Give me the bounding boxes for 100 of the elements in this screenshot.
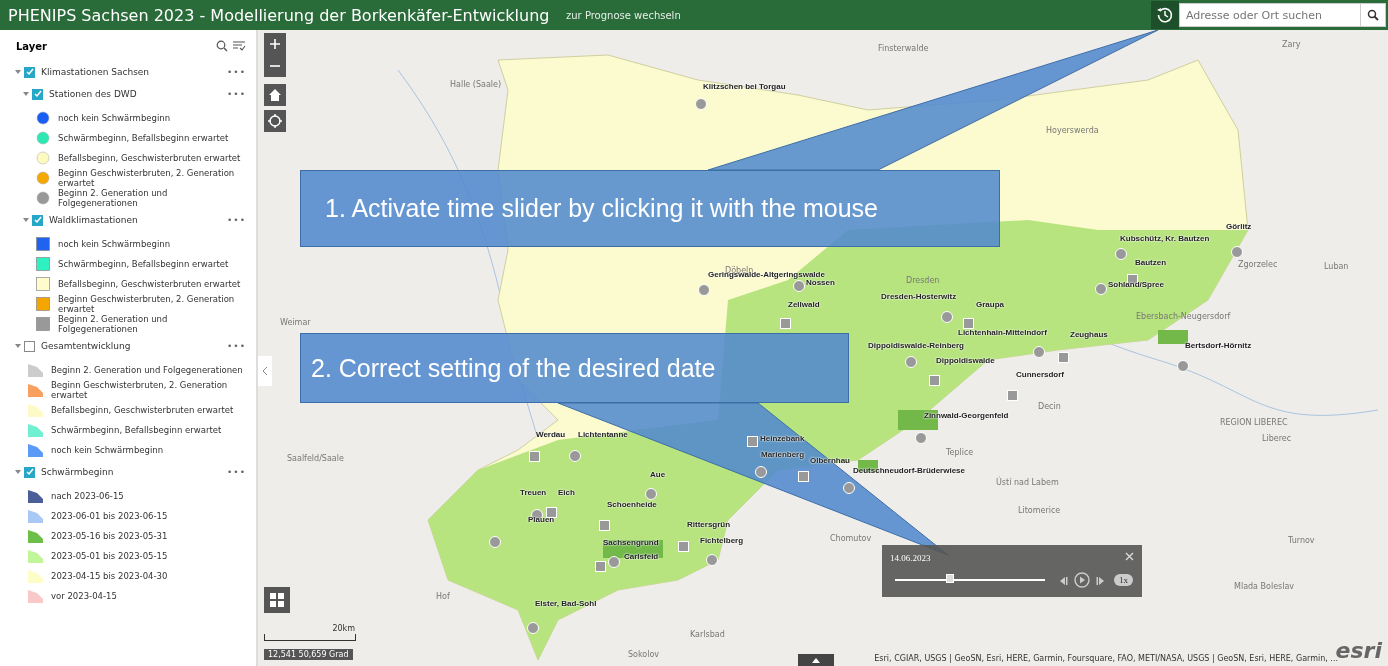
station-label: Lichtentanne xyxy=(578,430,628,439)
layer-checkbox[interactable] xyxy=(32,88,43,100)
legend-label: 2023-04-15 bis 2023-04-30 xyxy=(51,571,168,581)
expand-attribution-button[interactable] xyxy=(798,654,834,666)
legend-label: Schwärmbeginn, Befallsbeginn erwartet xyxy=(58,133,229,143)
layer-checkbox[interactable] xyxy=(32,214,43,226)
layer-name[interactable]: Stationen des DWD xyxy=(49,89,228,99)
map-canvas[interactable] xyxy=(258,30,1388,666)
station-label: Kubschütz, Kr. Bautzen xyxy=(1120,234,1210,243)
legend-label: Beginn Geschwisterbruten, 2. Generation erwartet xyxy=(51,380,229,400)
home-button[interactable] xyxy=(264,84,286,106)
plus-icon xyxy=(270,39,280,49)
station-label: Dresden-Hosterwitz xyxy=(881,292,957,301)
station-label: Deutschneudorf-Brüderwiese xyxy=(853,466,966,475)
place-label: Zgorzelec xyxy=(1238,260,1278,269)
legend-label: 2023-05-16 bis 2023-05-31 xyxy=(51,531,168,541)
forecast-link[interactable]: zur Prognose wechseln xyxy=(566,9,681,21)
legend-label: noch kein Schwärmbeginn xyxy=(51,445,164,455)
station-dot[interactable] xyxy=(1177,360,1189,372)
station-dot[interactable] xyxy=(915,432,927,444)
previous-step-icon[interactable] xyxy=(1058,576,1068,586)
zoom-in-button[interactable] xyxy=(264,33,286,55)
layer-name[interactable]: Schwärmbeginn xyxy=(41,467,228,477)
caret-icon[interactable] xyxy=(22,90,30,98)
legend-label: Beginn 2. Generation und Folgegenerationen xyxy=(58,314,169,334)
station-label: Lichtenhain-Mittelndorf xyxy=(958,328,1047,337)
search-icon[interactable] xyxy=(1361,3,1386,27)
station-label: Cunnersdorf xyxy=(1016,370,1064,379)
layer-checkbox[interactable] xyxy=(24,466,35,478)
search-icon[interactable] xyxy=(216,40,228,52)
legend-label: vor 2023-04-15 xyxy=(51,591,117,601)
grid-icon xyxy=(270,593,284,607)
place-label: Mlada Boleslav xyxy=(1234,582,1295,591)
station-label: Werdau xyxy=(536,430,566,439)
legend-label: noch kein Schwärmbeginn xyxy=(58,113,171,123)
station-label: Görlitz xyxy=(1226,222,1252,231)
caret-icon[interactable] xyxy=(14,68,22,76)
place-label: Zary xyxy=(1282,40,1301,49)
panel-title: Layer xyxy=(16,40,49,52)
place-label: Karlsbad xyxy=(690,630,725,639)
station-label: Eich xyxy=(558,488,575,497)
next-step-icon[interactable] xyxy=(1096,576,1106,586)
station-label: Plauen xyxy=(528,515,555,524)
more-options-button[interactable]: ••• xyxy=(227,67,246,77)
place-label: Hoyerswerda xyxy=(1046,126,1099,135)
more-options-button[interactable]: ••• xyxy=(227,341,246,351)
caret-icon[interactable] xyxy=(14,342,22,350)
station-label: Elster, Bad-Sohl xyxy=(535,599,597,608)
legend-label: Beginn Geschwisterbruten, 2. Generation erwartet xyxy=(58,294,236,314)
place-label: Luban xyxy=(1324,262,1349,271)
crosshair-icon xyxy=(268,114,282,128)
place-label: Teplice xyxy=(946,448,974,457)
zoom-out-button[interactable] xyxy=(264,55,286,77)
station-label: Marienberg xyxy=(761,450,805,459)
place-label: Hof xyxy=(436,592,450,601)
play-icon[interactable] xyxy=(1074,572,1090,588)
place-label: Litomerice xyxy=(1018,506,1061,515)
station-label: Sohland/Spree xyxy=(1108,280,1164,289)
more-options-button[interactable]: ••• xyxy=(227,215,246,225)
chevron-left-icon xyxy=(262,366,268,376)
coordinate-readout: 12,541 50,659 Grad xyxy=(264,649,353,660)
legend-label: Schwärmbeginn, Befallsbeginn erwartet xyxy=(51,425,222,435)
legend-label: noch kein Schwärmbeginn xyxy=(58,239,171,249)
caret-icon[interactable] xyxy=(14,468,22,476)
search-field[interactable]: Adresse oder Ort suchen xyxy=(1179,3,1361,27)
place-label: Saalfeld/Saale xyxy=(287,454,344,463)
layer-name[interactable]: Klimastationen Sachsen xyxy=(41,67,228,77)
map-logo: esri xyxy=(1335,638,1382,663)
place-label: Finsterwalde xyxy=(878,44,929,53)
layer-name[interactable]: Gesamtentwicklung xyxy=(41,341,228,351)
place-label: Dresden xyxy=(906,276,940,285)
legend-label: Beginn Geschwisterbruten, 2. Generation erwartet xyxy=(58,168,236,188)
place-label: REGION LIBEREC xyxy=(1220,418,1288,427)
station-label: Dippoldiswalde xyxy=(936,356,995,365)
locate-button[interactable] xyxy=(264,110,286,132)
station-label: Carlsfeld xyxy=(624,552,659,561)
station-label: Bautzen xyxy=(1135,258,1167,267)
history-icon[interactable] xyxy=(1151,1,1179,29)
legend-label: Beginn 2. Generation und Folgegenerationen xyxy=(58,188,169,208)
layer-checkbox[interactable] xyxy=(24,66,35,78)
station-label: Heinzebank xyxy=(760,434,805,443)
station-label: Zeughaus xyxy=(1070,330,1108,339)
instruction-callout: 1. Activate time slider by clicking it with the mouse xyxy=(300,170,1000,247)
layer-name[interactable]: Waldklimastationen xyxy=(49,215,228,225)
more-options-button[interactable]: ••• xyxy=(227,467,246,477)
place-label: Decin xyxy=(1038,402,1061,411)
station-label: Bertsdorf-Hörnitz xyxy=(1185,341,1252,350)
place-label: Turnov xyxy=(1288,536,1315,545)
time-slider-thumb[interactable] xyxy=(946,574,954,583)
legend-label: Befallsbeginn, Geschwisterbruten erwartet xyxy=(58,279,241,289)
station-label: Treuen xyxy=(520,488,547,497)
layer-checkbox[interactable] xyxy=(24,340,35,352)
apps-grid-button[interactable] xyxy=(264,587,290,613)
filter-list-icon[interactable] xyxy=(232,40,246,52)
station-label: Aue xyxy=(650,470,666,479)
station-label: Graupa xyxy=(976,300,1004,309)
playback-speed-button[interactable]: 1x xyxy=(1114,574,1133,586)
caret-icon[interactable] xyxy=(22,216,30,224)
more-options-button[interactable]: ••• xyxy=(227,89,246,99)
place-label: Weimar xyxy=(280,318,311,327)
